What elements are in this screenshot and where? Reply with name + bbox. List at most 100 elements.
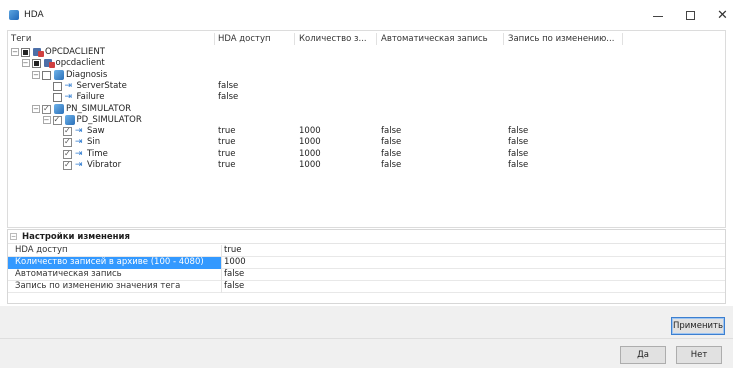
tag-name: PD_SIMULATOR — [76, 114, 142, 125]
tag-icon: ⇥ — [64, 80, 73, 91]
column-divider[interactable] — [376, 33, 377, 45]
tag-name: Failure — [76, 92, 105, 103]
window-title: HDA — [24, 10, 44, 20]
maximize-button[interactable] — [674, 0, 707, 30]
tag-checkbox[interactable] — [21, 48, 30, 57]
tag-name: PN_SIMULATOR — [66, 103, 132, 114]
no-button[interactable]: Нет — [676, 346, 722, 364]
tree-row[interactable]: − opcdaclient — [8, 58, 725, 69]
block-icon — [54, 103, 64, 114]
maximize-icon — [686, 10, 695, 20]
record-on-change-value: false — [508, 137, 529, 148]
expand-collapse-icon[interactable]: − — [32, 70, 40, 79]
column-header-tags[interactable]: Теги — [11, 34, 31, 44]
tag-tree-view[interactable]: Теги HDA доступ Количество з... Автомати… — [7, 30, 726, 228]
auto-record-value: false — [381, 148, 402, 159]
hda-access-value: false — [218, 92, 239, 103]
record-count-value: 1000 — [299, 137, 321, 148]
property-row[interactable]: HDA доступ true — [8, 245, 725, 257]
auto-record-value: false — [381, 160, 402, 170]
tag-checkbox[interactable] — [63, 160, 72, 170]
property-value[interactable]: false — [224, 269, 244, 280]
close-icon: ✕ — [717, 7, 728, 23]
tag-checkbox[interactable] — [63, 149, 72, 159]
hda-access-value: true — [218, 160, 236, 170]
tag-checkbox[interactable] — [52, 115, 62, 125]
tag-checkbox[interactable] — [31, 59, 41, 69]
column-divider[interactable] — [503, 33, 504, 45]
app-icon — [9, 10, 19, 20]
tag-name: opcdaclient — [55, 58, 105, 69]
tag-checkbox[interactable] — [52, 81, 62, 91]
tag-name: Diagnosis — [66, 69, 108, 80]
column-header-hda-access[interactable]: HDA доступ — [218, 34, 271, 44]
record-on-change-value: false — [508, 160, 529, 170]
yes-button[interactable]: Да — [620, 346, 666, 364]
tag-checkbox[interactable] — [63, 137, 72, 148]
tag-checkbox[interactable] — [42, 70, 51, 80]
column-divider[interactable] — [294, 33, 295, 45]
block-icon — [64, 114, 75, 125]
title-bar: HDA ✕ — [0, 0, 733, 30]
property-value[interactable]: false — [224, 281, 244, 292]
auto-record-value: false — [381, 126, 402, 137]
collapse-icon[interactable]: − — [10, 233, 17, 240]
tree-row[interactable]: ⇥ Failure false — [8, 92, 725, 103]
minimize-icon — [652, 15, 663, 17]
tree-header: Теги HDA доступ Количество з... Автомати… — [8, 31, 725, 47]
tag-icon: ⇥ — [75, 160, 83, 170]
expand-collapse-icon[interactable]: − — [32, 104, 40, 113]
hda-access-value: true — [218, 137, 236, 148]
tree-row[interactable]: ⇥ Vibrator true 1000 false false — [8, 160, 725, 171]
properties-group-header[interactable]: − Настройки изменения — [8, 230, 725, 244]
hda-access-value: true — [218, 126, 236, 137]
tag-name: ServerState — [76, 80, 127, 91]
tag-name: Saw — [87, 126, 105, 137]
tree-row[interactable]: − PD_SIMULATOR — [8, 114, 725, 126]
expand-collapse-icon[interactable]: − — [42, 115, 51, 124]
property-name[interactable]: Автоматическая запись — [8, 269, 222, 281]
record-count-value: 1000 — [299, 160, 321, 170]
property-name[interactable]: Запись по изменению значения тега — [8, 281, 222, 293]
tree-row[interactable]: − PN_SIMULATOR — [8, 103, 725, 115]
property-row[interactable]: Количество записей в архиве (100 - 4080)… — [8, 257, 725, 269]
tag-checkbox[interactable] — [52, 93, 62, 103]
tree-row[interactable]: − OPCDACLIENT — [8, 47, 725, 58]
tag-checkbox[interactable] — [63, 126, 72, 137]
tag-name: Sin — [87, 137, 101, 148]
column-header-record-on-change[interactable]: Запись по изменению... — [508, 34, 614, 44]
column-divider[interactable] — [622, 33, 623, 45]
tag-name: Vibrator — [87, 160, 122, 170]
tree-row[interactable]: − Diagnosis — [8, 69, 725, 81]
tag-checkbox[interactable] — [42, 104, 51, 114]
tag-icon: ⇥ — [75, 137, 83, 148]
property-name[interactable]: Количество записей в архиве (100 - 4080) — [8, 257, 222, 269]
property-value[interactable]: 1000 — [224, 257, 246, 268]
property-value[interactable]: true — [224, 245, 241, 256]
property-name[interactable]: HDA доступ — [8, 245, 222, 257]
record-count-value: 1000 — [299, 148, 321, 159]
property-row[interactable]: Автоматическая запись false — [8, 269, 725, 281]
record-count-value: 1000 — [299, 126, 321, 137]
server-icon — [43, 58, 55, 69]
auto-record-value: false — [381, 137, 402, 148]
tree-row[interactable]: ⇥ Time true 1000 false false — [8, 149, 725, 160]
minimize-button[interactable] — [641, 0, 674, 30]
column-header-count[interactable]: Количество з... — [299, 34, 367, 44]
tag-icon: ⇥ — [75, 126, 83, 137]
record-on-change-value: false — [508, 148, 529, 159]
tag-name: Time — [87, 148, 108, 159]
close-button[interactable]: ✕ — [706, 0, 733, 30]
block-icon — [54, 69, 64, 80]
tree-row[interactable]: ⇥ Sin true 1000 false false — [8, 137, 725, 148]
column-header-auto-record[interactable]: Автоматическая запись — [381, 34, 488, 44]
property-row[interactable]: Запись по изменению значения тега false — [8, 281, 725, 293]
tree-row[interactable]: ⇥ Saw true 1000 false false — [8, 126, 725, 137]
column-divider[interactable] — [214, 33, 215, 45]
record-on-change-value: false — [508, 126, 529, 137]
expand-collapse-icon[interactable]: − — [11, 48, 19, 56]
expand-collapse-icon[interactable]: − — [21, 59, 30, 68]
tree-row[interactable]: ⇥ ServerState false — [8, 81, 725, 92]
apply-button[interactable]: Применить — [671, 317, 725, 335]
properties-grid[interactable]: − Настройки изменения HDA доступ true Коли… — [7, 229, 726, 304]
